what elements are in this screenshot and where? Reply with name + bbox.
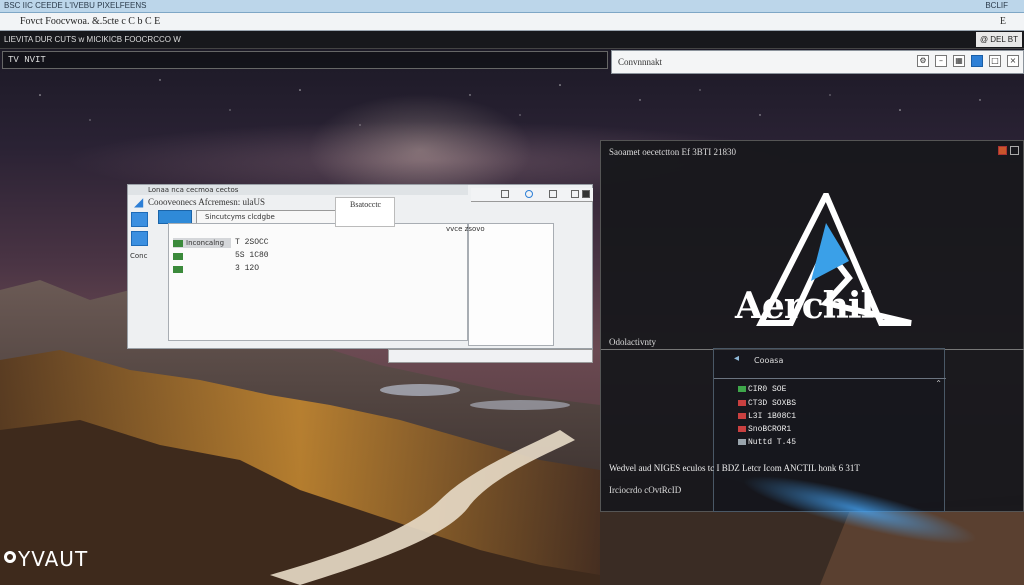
close-icon[interactable]: [998, 146, 1007, 155]
address-field[interactable]: TV NVIT: [2, 51, 608, 69]
list-item-label: CT3D SOXBS: [748, 399, 797, 408]
menu-items[interactable]: Fovct Foocvwoa. &.5cte c C b C E: [20, 16, 160, 27]
maximize-icon[interactable]: [971, 55, 983, 67]
tooltip: Bsatocctc: [335, 197, 395, 227]
arrow-icon: ◂: [734, 353, 740, 364]
settings-icon[interactable]: ⚙: [917, 55, 929, 67]
list-item[interactable]: Inconcalng: [173, 238, 231, 248]
desktop-logo-text: YVAUT: [18, 547, 89, 571]
menu-bar[interactable]: Fovct Foocvwoa. &.5cte c C b C E E: [0, 13, 1024, 31]
sidebar-item-files[interactable]: [131, 231, 148, 246]
status-icon: [738, 412, 746, 419]
toolbar-label[interactable]: LIEVITA DUR CUTS w MICIKICB FOOCRCCO W: [4, 35, 181, 44]
list-item-name: Inconcalng: [186, 239, 225, 247]
file-manager-toolbar[interactable]: [471, 188, 593, 202]
background-window[interactable]: [388, 349, 593, 363]
status-text-secondary: Irciocrdo cOvtRcID: [609, 485, 682, 495]
back-icon[interactable]: [501, 190, 509, 198]
activity-panel-header: ◂ Cooasa: [714, 349, 946, 379]
toolbar-right-button[interactable]: @ DEL BT: [975, 32, 1022, 47]
status-icon: [738, 385, 746, 392]
list-item[interactable]: [173, 264, 186, 274]
file-list-pane[interactable]: Inconcalng T 2SOCC 5S 1C80 3 12O: [168, 223, 468, 341]
sidebar-item-home[interactable]: [131, 212, 148, 227]
folder-icon: [173, 265, 183, 273]
section-label: Odolactivnty: [609, 337, 656, 347]
status-icon: [738, 399, 746, 406]
list-item-label: SnoBCROR1: [748, 425, 792, 434]
window-title-right: BCLIF: [985, 1, 1008, 10]
square-icon[interactable]: □: [989, 55, 1001, 67]
minimize-icon[interactable]: [549, 190, 557, 198]
logo-mark-icon: [4, 551, 16, 563]
window-title: BSC IIC CEEDE L'IVEBU PIXELFEENS: [4, 1, 147, 10]
refresh-icon[interactable]: [525, 190, 533, 198]
window-title-bar: BSC IIC CEEDE L'IVEBU PIXELFEENS BCLIF: [0, 0, 1024, 13]
close-icon[interactable]: [582, 190, 590, 198]
breadcrumb[interactable]: Coooveonecs Afcremesn: ulaUS: [148, 195, 466, 209]
grid-icon[interactable]: ▦: [953, 55, 965, 67]
tab-secondary[interactable]: Sincutcyms clcdgbe: [196, 210, 346, 224]
logo-text: Aerchil: [735, 285, 874, 327]
list-item-label: L3I 1B08C1: [748, 412, 797, 421]
status-icon: [738, 425, 746, 432]
details-text: vvce zsovo: [446, 225, 485, 233]
file-manager-title-bar[interactable]: Lonaa nca cecmoa cectos: [128, 185, 468, 195]
search-label: Convnnnakt: [618, 57, 662, 67]
maximize-icon[interactable]: [571, 190, 579, 198]
scroll-icon[interactable]: ⌃: [935, 379, 942, 388]
list-item-size: 3 12O: [235, 264, 260, 273]
installer-title: Saoamet oecetctton Ef 3BTI 21830: [609, 147, 736, 157]
activity-panel-title: Cooasa: [754, 356, 784, 365]
list-item[interactable]: L3I 1B08C1: [738, 412, 796, 421]
search-controls: ⚙ – ▦ □ ×: [917, 55, 1019, 67]
close-icon[interactable]: ×: [1007, 55, 1019, 67]
details-pane: [468, 223, 554, 346]
menu-close[interactable]: E: [1000, 13, 1006, 30]
installer-window-controls: [998, 146, 1019, 155]
desktop-logo: YVAUT: [4, 547, 88, 571]
sidebar: Conc: [130, 212, 152, 348]
file-manager-title: Lonaa nca cecmoa cectos: [148, 186, 239, 194]
list-item-size: T 2SOCC: [235, 238, 269, 247]
tab-active[interactable]: [158, 210, 192, 224]
folder-icon: [173, 252, 183, 260]
sidebar-label: Conc: [130, 252, 148, 260]
maximize-icon[interactable]: [1010, 146, 1019, 155]
list-item[interactable]: [173, 251, 186, 261]
list-item-label: CIR0 SOE: [748, 385, 787, 394]
minimize-icon[interactable]: –: [935, 55, 947, 67]
toolbar[interactable]: LIEVITA DUR CUTS w MICIKICB FOOCRCCO W @…: [0, 31, 1024, 49]
list-item[interactable]: CIR0 SOE: [738, 385, 786, 394]
list-item[interactable]: CT3D SOXBS: [738, 399, 796, 408]
address-value: TV NVIT: [8, 55, 46, 65]
list-item[interactable]: SnoBCROR1: [738, 425, 791, 434]
folder-icon: [173, 239, 183, 247]
arrow-icon: ◢: [134, 195, 144, 209]
search-window[interactable]: Convnnnakt ⚙ – ▦ □ ×: [611, 50, 1024, 74]
list-item-size: 5S 1C80: [235, 251, 269, 260]
